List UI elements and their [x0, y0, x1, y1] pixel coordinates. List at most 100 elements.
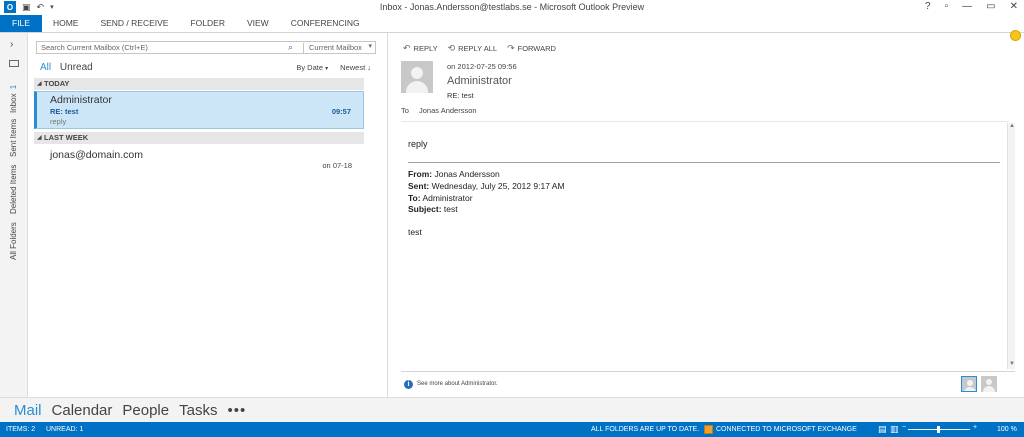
- scroll-down-icon[interactable]: ▼: [1009, 361, 1015, 367]
- status-items-count: ITEMS: 2: [6, 426, 36, 433]
- collapse-triangle-icon[interactable]: ◢: [37, 78, 42, 90]
- search-icon[interactable]: ⌕: [288, 42, 293, 53]
- status-folders: ALL FOLDERS ARE UP TO DATE.: [591, 426, 700, 433]
- zoom-level[interactable]: 100 %: [997, 426, 1017, 433]
- orig-sent: Wednesday, July 25, 2012 9:17 AM: [431, 180, 565, 191]
- nav-mail[interactable]: Mail: [14, 402, 42, 419]
- status-bar: ITEMS: 2 UNREAD: 1 ALL FOLDERS ARE UP TO…: [0, 422, 1024, 437]
- message-actions: ↶ REPLY ⟲ REPLY ALL ↷ FORWARD: [403, 43, 556, 54]
- reply-button[interactable]: ↶ REPLY: [403, 43, 438, 54]
- sort-by-button[interactable]: By Date ▾: [296, 63, 328, 72]
- reading-pane: ↶ REPLY ⟲ REPLY ALL ↷ FORWARD on 2012-07-25…: [389, 33, 1024, 397]
- orig-from-label: From:: [408, 169, 433, 179]
- reply-label: REPLY: [413, 44, 438, 53]
- forward-button[interactable]: ↷ FORWARD: [507, 43, 556, 54]
- message-sender: jonas@domain.com: [50, 149, 143, 161]
- nav-tasks[interactable]: Tasks: [179, 402, 217, 419]
- nav-calendar[interactable]: Calendar: [52, 402, 113, 419]
- status-unread-count: UNREAD: 1: [46, 426, 84, 433]
- group-label: LAST WEEK: [44, 133, 89, 142]
- sort-order-button[interactable]: Newest ↓: [340, 63, 371, 72]
- message-sender[interactable]: Administrator: [447, 75, 512, 87]
- avatar-body: [983, 386, 995, 392]
- tab-send-receive[interactable]: SEND / RECEIVE: [89, 15, 179, 32]
- collapse-triangle-icon[interactable]: ◢: [37, 132, 42, 144]
- rail-item-all-folders[interactable]: All Folders: [9, 222, 18, 260]
- group-label: TODAY: [44, 79, 70, 88]
- window-title: Inbox - Jonas.Andersson@testlabs.se - Mi…: [379, 2, 645, 12]
- chevron-down-icon[interactable]: ▾: [368, 42, 372, 50]
- chevron-down-icon: ▾: [325, 66, 329, 72]
- forward-icon: ↷: [507, 43, 515, 53]
- nav-people[interactable]: People: [122, 402, 169, 419]
- exchange-connection-icon: [704, 425, 713, 434]
- status-connection[interactable]: CONNECTED TO MICROSOFT EXCHANGE: [716, 426, 857, 433]
- people-pane-link[interactable]: See more about Administrator.: [417, 381, 498, 387]
- tab-home[interactable]: HOME: [42, 15, 90, 32]
- reading-scrollbar[interactable]: ▲ ▼: [1007, 123, 1015, 369]
- orig-subject: test: [443, 204, 458, 215]
- people-avatar-recipient[interactable]: [981, 376, 997, 392]
- avatar-head: [411, 67, 423, 79]
- zoom-out-button[interactable]: −: [902, 424, 906, 431]
- orig-subject-label: Subject:: [408, 204, 442, 215]
- normal-view-icon[interactable]: ▤: [878, 424, 887, 435]
- help-button[interactable]: ?: [925, 1, 931, 12]
- zoom-in-button[interactable]: +: [973, 424, 977, 431]
- reply-all-button[interactable]: ⟲ REPLY ALL: [448, 43, 497, 54]
- group-header-today[interactable]: ◢ TODAY: [34, 78, 364, 90]
- sender-avatar[interactable]: [401, 61, 433, 93]
- avatar-body: [406, 81, 428, 93]
- tab-folder[interactable]: FOLDER: [179, 15, 235, 32]
- original-message-header: From: Jonas Andersson Sent: Wednesday, J…: [408, 169, 565, 216]
- group-header-last-week[interactable]: ◢ LAST WEEK: [34, 132, 364, 144]
- avatar-head: [986, 379, 992, 385]
- rail-item-inbox[interactable]: Inbox 1: [9, 85, 18, 113]
- message-date: on 2012-07-25 09:56: [447, 62, 517, 71]
- recipient-name[interactable]: Jonas Andersson: [419, 106, 477, 115]
- list-item[interactable]: Administrator RE: test reply 09:57: [34, 91, 364, 129]
- tab-file[interactable]: FILE: [0, 15, 42, 32]
- scroll-up-icon[interactable]: ▲: [1009, 123, 1015, 129]
- list-filters: All Unread: [40, 62, 93, 73]
- rail-item-sent-items[interactable]: Sent Items: [9, 119, 18, 157]
- body-reply-text: reply: [408, 139, 428, 149]
- message-list-pane: Search Current Mailbox (Ctrl+E) ⌕ Curren…: [28, 33, 388, 397]
- search-scope-select[interactable]: Current Mailbox: [309, 43, 362, 52]
- forward-label: FORWARD: [517, 44, 556, 53]
- search-divider: [303, 43, 304, 53]
- zoom-slider-handle[interactable]: [937, 426, 940, 433]
- navigation-bar: Mail Calendar People Tasks •••: [0, 397, 1024, 422]
- message-time: 09:57: [331, 107, 351, 116]
- message-date: on 07-18: [322, 161, 352, 170]
- message-preview: reply: [50, 117, 67, 126]
- original-body-text: test: [408, 227, 422, 237]
- minimize-button[interactable]: —: [962, 1, 972, 12]
- message-body: reply From: Jonas Andersson Sent: Wednes…: [401, 121, 1009, 367]
- tab-conferencing[interactable]: CONFERENCING: [280, 15, 371, 32]
- reading-view-icon[interactable]: ▥: [890, 424, 899, 435]
- close-button[interactable]: ✕: [1010, 1, 1018, 12]
- filter-all[interactable]: All: [40, 62, 51, 73]
- expand-folder-pane-icon[interactable]: ›: [10, 39, 13, 50]
- to-label: To: [401, 106, 409, 115]
- reply-all-label: REPLY ALL: [458, 44, 498, 53]
- maximize-button[interactable]: ▭: [986, 1, 995, 12]
- orig-sent-label: Sent:: [408, 180, 430, 191]
- recipient-line: To Jonas Andersson: [401, 106, 477, 115]
- orig-from: Jonas Andersson: [434, 169, 500, 179]
- tab-view[interactable]: VIEW: [236, 15, 280, 32]
- ribbon-display-button[interactable]: ▫: [945, 1, 949, 12]
- nav-more-icon[interactable]: •••: [227, 402, 246, 419]
- people-avatar-administrator[interactable]: [961, 376, 977, 392]
- sort-order-label: Newest: [340, 63, 366, 72]
- rail-item-label: Inbox: [9, 93, 18, 113]
- orig-to: Administrator: [422, 192, 473, 203]
- list-item[interactable]: jonas@domain.com on 07-18: [34, 147, 364, 173]
- reply-icon: ↶: [403, 43, 411, 53]
- search-input[interactable]: Search Current Mailbox (Ctrl+E): [41, 43, 148, 52]
- search-box[interactable]: Search Current Mailbox (Ctrl+E) ⌕ Curren…: [36, 41, 376, 54]
- filter-unread[interactable]: Unread: [60, 62, 93, 73]
- rail-item-deleted-items[interactable]: Deleted Items: [9, 165, 18, 214]
- message-subject: RE: test: [50, 107, 79, 116]
